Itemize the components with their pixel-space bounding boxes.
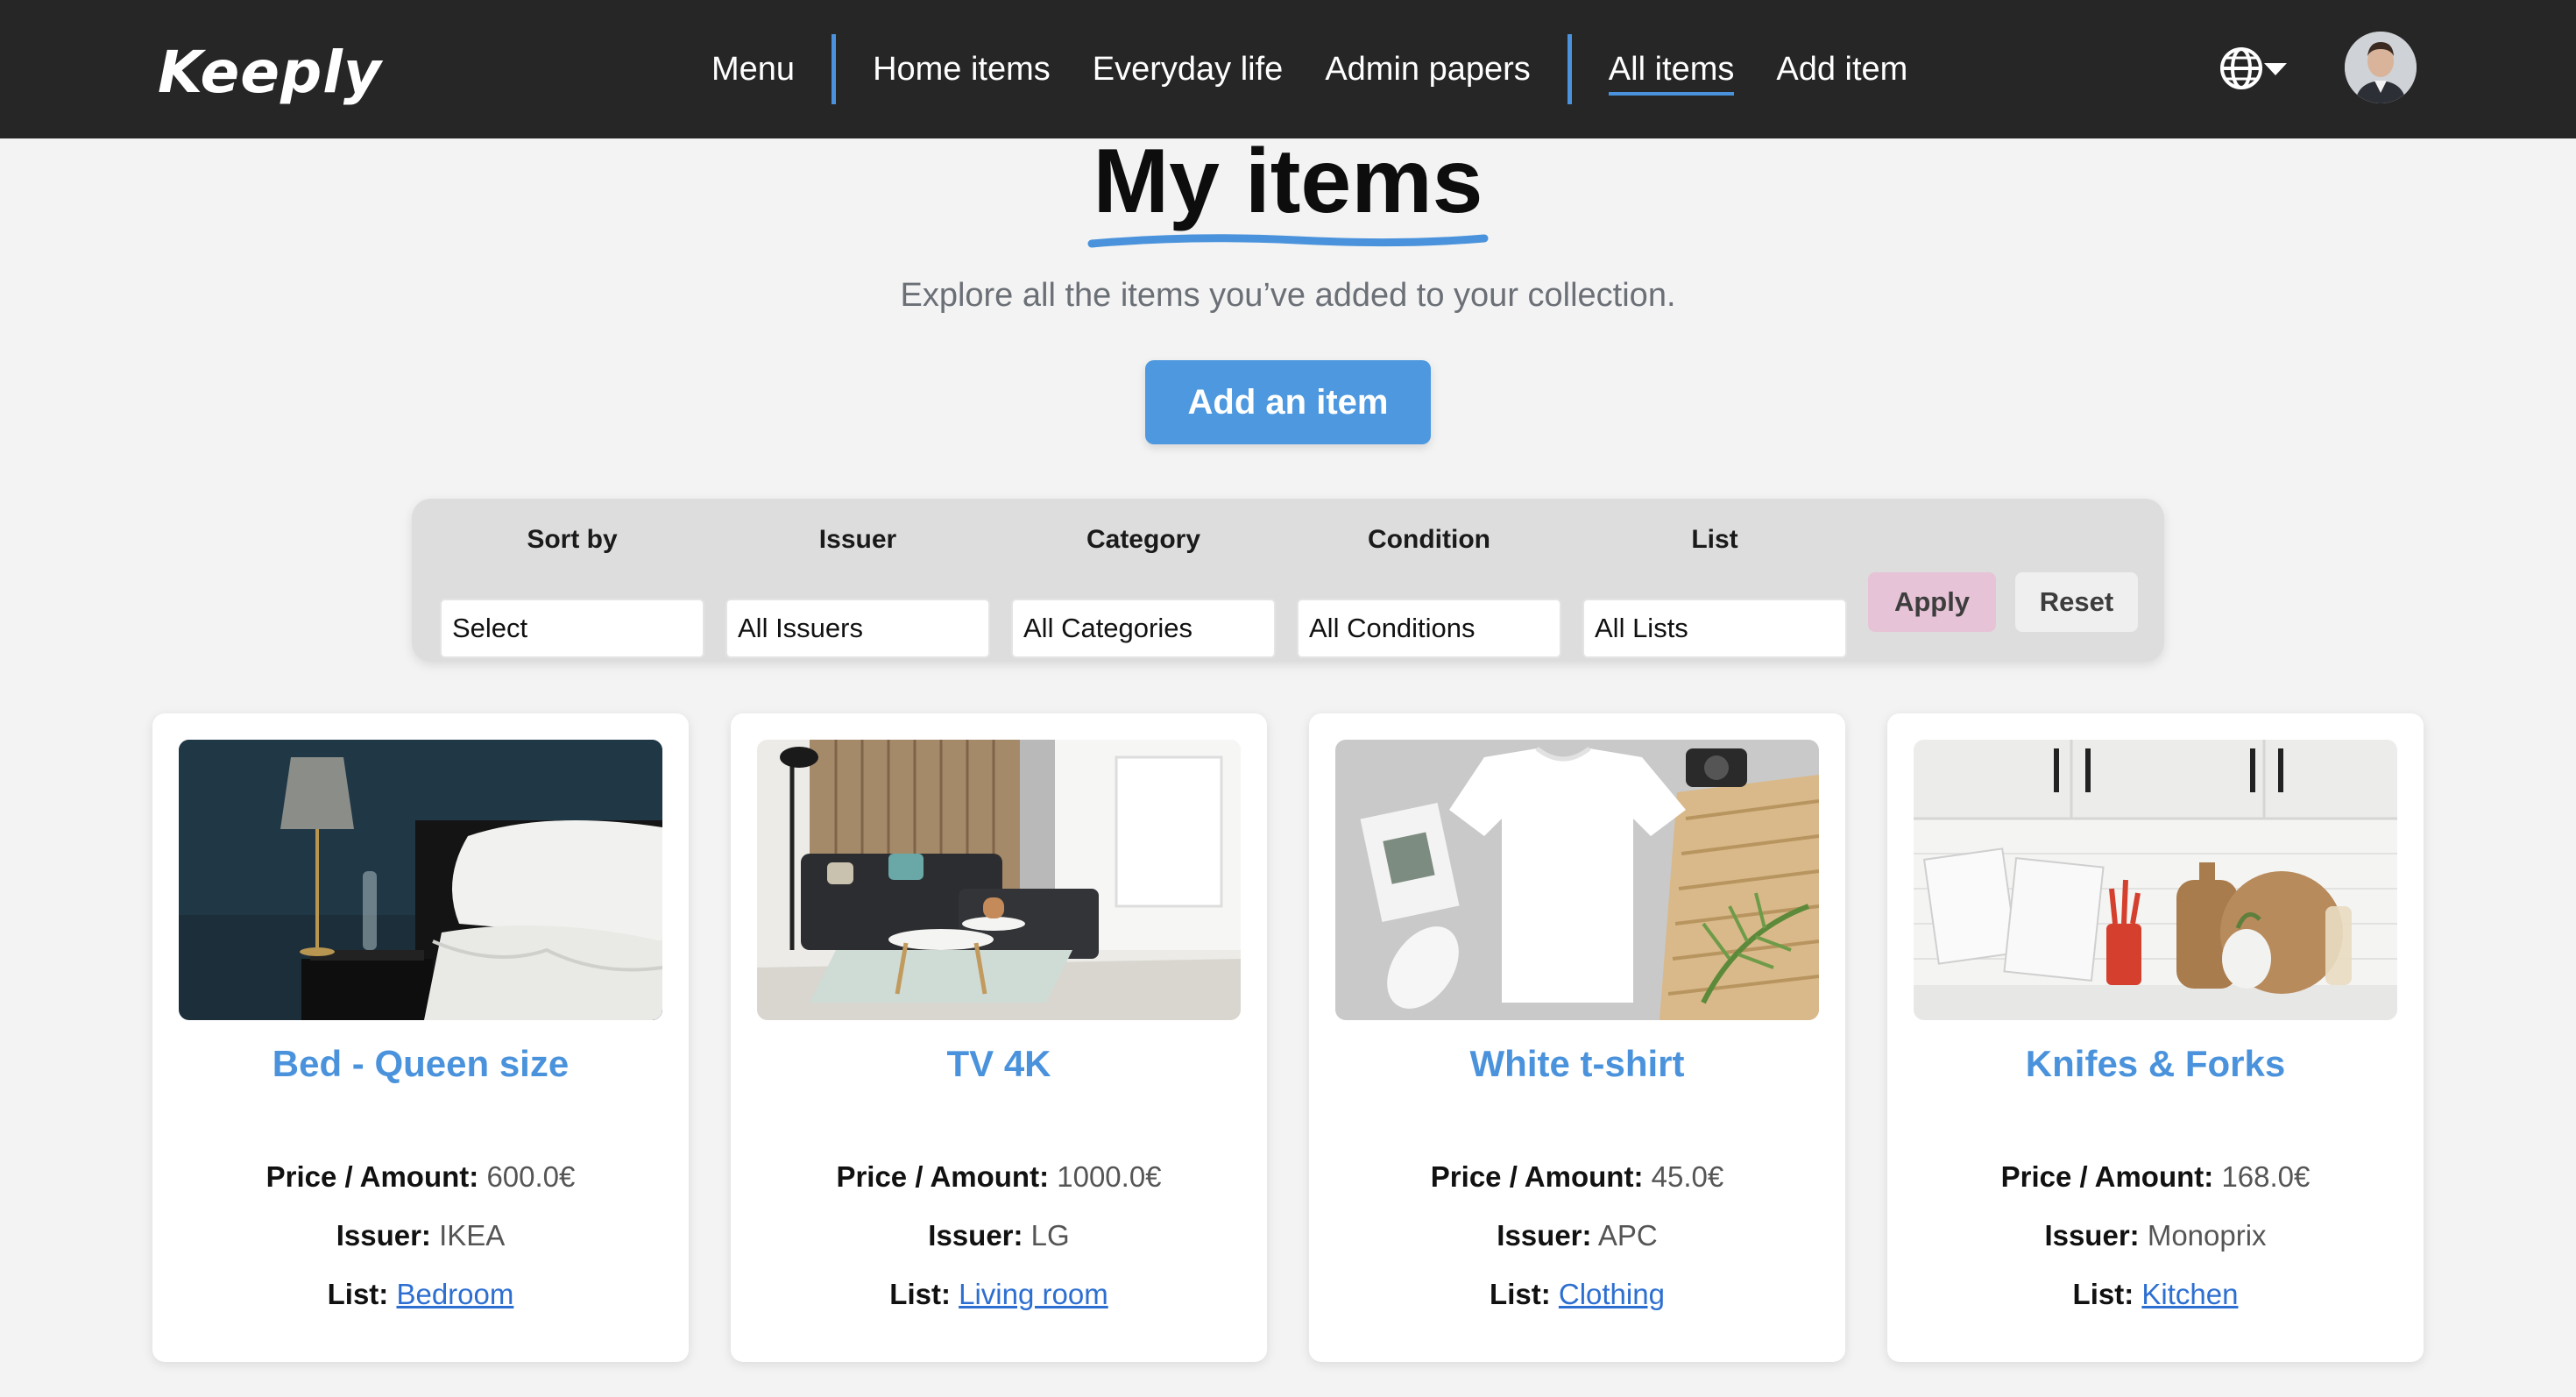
item-title[interactable]: TV 4K [731, 1043, 1267, 1085]
kitchen-photo[interactable] [1914, 740, 2397, 1020]
list-label: List: [889, 1278, 951, 1310]
nav-everyday-life[interactable]: Everyday life [1093, 51, 1284, 89]
nav-divider [1567, 34, 1572, 104]
item-price: Price / Amount: 1000.0€ [731, 1160, 1267, 1194]
main-nav: Menu Home items Everyday life Admin pape… [711, 0, 1950, 138]
apply-filters-button[interactable]: Apply [1868, 572, 1996, 632]
issuer-value: LG [1030, 1219, 1070, 1252]
filter-label-issuer: Issuer [818, 525, 897, 554]
issuer-label: Issuer: [1497, 1219, 1592, 1252]
price-value: 168.0€ [2221, 1160, 2311, 1193]
item-title[interactable]: Knifes & Forks [1887, 1043, 2424, 1085]
list-link[interactable]: Kitchen [2141, 1278, 2238, 1310]
item-list: List: Living room [731, 1278, 1267, 1311]
page-title: My items [1093, 131, 1483, 232]
item-issuer: Issuer: Monoprix [1887, 1219, 2424, 1252]
price-label: Price / Amount: [836, 1160, 1050, 1193]
issuer-value: APC [1597, 1219, 1658, 1252]
item-list: List: Bedroom [152, 1278, 689, 1311]
nav-all-items[interactable]: All items [1608, 51, 1734, 96]
bedroom-photo[interactable] [179, 740, 662, 1020]
nav-home-items[interactable]: Home items [873, 51, 1051, 89]
page-subtitle: Explore all the items you’ve added to yo… [900, 277, 1676, 314]
filter-sort-by: Sort by Select [440, 525, 704, 658]
title-underline-decoration [1087, 234, 1489, 248]
price-label: Price / Amount: [2000, 1160, 2214, 1193]
item-card[interactable]: White t-shirt Price / Amount: 45.0€ Issu… [1309, 713, 1845, 1362]
tshirt-photo[interactable] [1335, 740, 1819, 1020]
price-value: 45.0€ [1651, 1160, 1724, 1193]
list-label: List: [327, 1278, 389, 1310]
item-card[interactable]: Knifes & Forks Price / Amount: 168.0€ Is… [1887, 713, 2424, 1362]
avatar-image [2345, 32, 2417, 103]
item-price: Price / Amount: 45.0€ [1309, 1160, 1845, 1194]
language-selector[interactable] [2219, 44, 2289, 93]
issuer-value: IKEA [439, 1219, 506, 1252]
price-label: Price / Amount: [1430, 1160, 1644, 1193]
user-avatar[interactable] [2345, 32, 2417, 103]
condition-select[interactable]: All Conditions [1297, 599, 1561, 658]
filter-label-category: Category [1086, 525, 1201, 554]
item-card[interactable]: Bed - Queen size Price / Amount: 600.0€ … [152, 713, 689, 1362]
item-price: Price / Amount: 168.0€ [1887, 1160, 2424, 1194]
filter-label-sort-by: Sort by [527, 525, 618, 554]
filter-list: List All Lists [1582, 525, 1847, 658]
price-value: 1000.0€ [1057, 1160, 1162, 1193]
list-link[interactable]: Bedroom [396, 1278, 513, 1310]
reset-filters-button[interactable]: Reset [2015, 572, 2138, 632]
item-list: List: Clothing [1309, 1278, 1845, 1311]
issuer-label: Issuer: [2044, 1219, 2140, 1252]
price-value: 600.0€ [486, 1160, 576, 1193]
globe-icon [2220, 47, 2262, 89]
sort-by-select[interactable]: Select [440, 599, 704, 658]
item-price: Price / Amount: 600.0€ [152, 1160, 689, 1194]
item-issuer: Issuer: LG [731, 1219, 1267, 1252]
nav-divider [832, 34, 837, 104]
list-label: List: [1490, 1278, 1551, 1310]
item-card[interactable]: TV 4K Price / Amount: 1000.0€ Issuer: LG… [731, 713, 1267, 1362]
price-label: Price / Amount: [265, 1160, 479, 1193]
filter-condition: Condition All Conditions [1297, 525, 1561, 658]
filter-category: Category All Categories [1011, 525, 1276, 658]
filter-issuer: Issuer All Issuers [725, 525, 990, 658]
list-link[interactable]: Clothing [1559, 1278, 1665, 1310]
issuer-label: Issuer: [336, 1219, 431, 1252]
item-title[interactable]: White t-shirt [1309, 1043, 1845, 1085]
nav-menu[interactable]: Menu [711, 51, 795, 89]
item-title[interactable]: Bed - Queen size [152, 1043, 689, 1085]
nav-admin-papers[interactable]: Admin papers [1325, 51, 1530, 89]
issuer-value: Monoprix [2147, 1219, 2267, 1252]
item-issuer: Issuer: APC [1309, 1219, 1845, 1252]
list-link[interactable]: Living room [959, 1278, 1108, 1310]
list-select[interactable]: All Lists [1582, 599, 1847, 658]
nav-add-item[interactable]: Add item [1776, 51, 1907, 89]
issuer-select[interactable]: All Issuers [725, 599, 990, 658]
top-navbar: Keeply Menu Home items Everyday life Adm… [0, 0, 2576, 138]
keeply-logo[interactable]: Keeply [158, 39, 382, 106]
item-issuer: Issuer: IKEA [152, 1219, 689, 1252]
filter-bar: Sort by Select Issuer All Issuers Catego… [412, 499, 2164, 662]
filter-label-condition: Condition [1368, 525, 1490, 554]
list-label: List: [2072, 1278, 2134, 1310]
item-list: List: Kitchen [1887, 1278, 2424, 1311]
issuer-label: Issuer: [928, 1219, 1023, 1252]
filter-label-list: List [1691, 525, 1738, 554]
category-select[interactable]: All Categories [1011, 599, 1276, 658]
caret-down-icon [2264, 63, 2287, 75]
living-room-photo[interactable] [757, 740, 1241, 1020]
add-item-button[interactable]: Add an item [1145, 360, 1431, 444]
